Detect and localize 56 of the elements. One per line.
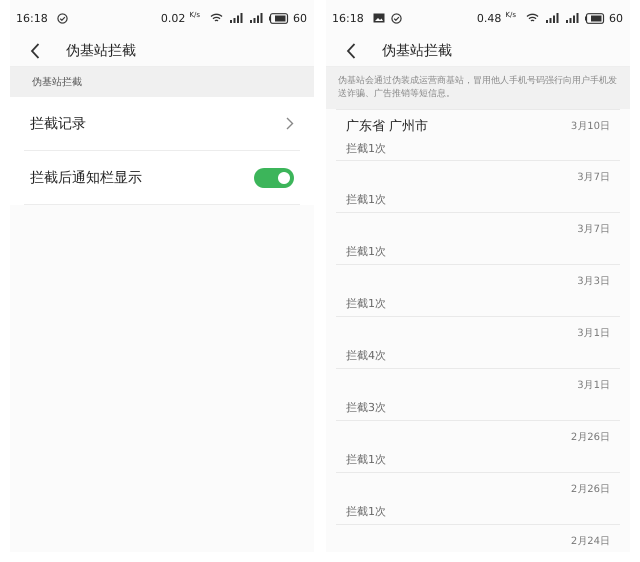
record-item[interactable]: 3月3日 拦截1次 (336, 265, 620, 317)
page-title: 伪基站拦截 (66, 42, 136, 60)
settings-row[interactable]: 拦截记录 (24, 97, 300, 151)
record-item[interactable]: 2月26日 拦截1次 (336, 421, 620, 473)
wifi-icon (210, 13, 223, 23)
description-text: 伪基站会通过伪装成运营商基站，冒用他人手机号码强行向用户手机发送诈骗、广告推销等短信息。 (338, 75, 618, 101)
row-label: 拦截后通知栏显示 (30, 168, 142, 186)
battery-icon (585, 12, 605, 24)
record-count: 拦截1次 (346, 296, 387, 311)
record-item[interactable]: 2月26日 拦截1次 (336, 473, 620, 525)
record-count: 拦截3次 (346, 400, 387, 415)
record-date: 3月7日 (577, 223, 610, 236)
record-location: 广东省 广州市 (346, 118, 428, 135)
back-icon[interactable] (30, 43, 40, 59)
image-icon (372, 13, 385, 23)
record-item[interactable]: 3月1日 拦截3次 (336, 369, 620, 421)
record-date: 2月26日 (570, 483, 610, 496)
record-date: 3月10日 (570, 120, 610, 133)
status-time: 16:18 (16, 12, 48, 24)
battery-level: 60 (293, 12, 307, 24)
record-date: 3月1日 (577, 379, 610, 392)
page-title: 伪基站拦截 (382, 42, 452, 60)
record-date: 2月26日 (570, 431, 610, 444)
toggle-switch[interactable] (254, 168, 294, 188)
row-label: 拦截记录 (30, 114, 86, 132)
record-count: 拦截1次 (346, 192, 387, 207)
record-count: 拦截1次 (346, 452, 387, 467)
signal-icon (565, 13, 579, 23)
record-item[interactable]: 3月1日 拦截4次 (336, 317, 620, 369)
settings-row[interactable]: 拦截后通知栏显示 (24, 151, 300, 205)
back-icon[interactable] (346, 43, 356, 59)
status-time: 16:18 (332, 12, 364, 24)
record-count: 拦截4次 (346, 348, 387, 363)
record-count: 拦截1次 (346, 141, 387, 156)
record-item[interactable]: 3月7日 拦截1次 (336, 161, 620, 213)
record-date: 3月3日 (577, 275, 610, 288)
record-item[interactable]: 广东省 广州市 3月10日 拦截1次 (336, 109, 620, 161)
signal-icon (229, 13, 243, 23)
record-item[interactable]: 2月24日 (336, 525, 620, 552)
signal-icon (545, 13, 559, 23)
chevron-right-icon (286, 117, 294, 130)
record-date: 2月24日 (570, 535, 610, 548)
record-count: 拦截1次 (346, 244, 387, 259)
check-circle-icon (56, 12, 68, 24)
signal-icon (249, 13, 263, 23)
check-circle-icon (390, 12, 402, 24)
battery-level: 60 (609, 12, 623, 24)
section-title: 伪基站拦截 (32, 76, 82, 89)
record-item[interactable]: 3月7日 拦截1次 (336, 213, 620, 265)
record-date: 3月1日 (577, 327, 610, 340)
network-speed: 0.48 (476, 12, 502, 24)
record-count: 拦截1次 (346, 504, 387, 519)
battery-icon (269, 12, 289, 24)
record-date: 3月7日 (577, 171, 610, 184)
wifi-icon (526, 13, 539, 23)
network-speed: 0.02 (160, 12, 186, 24)
